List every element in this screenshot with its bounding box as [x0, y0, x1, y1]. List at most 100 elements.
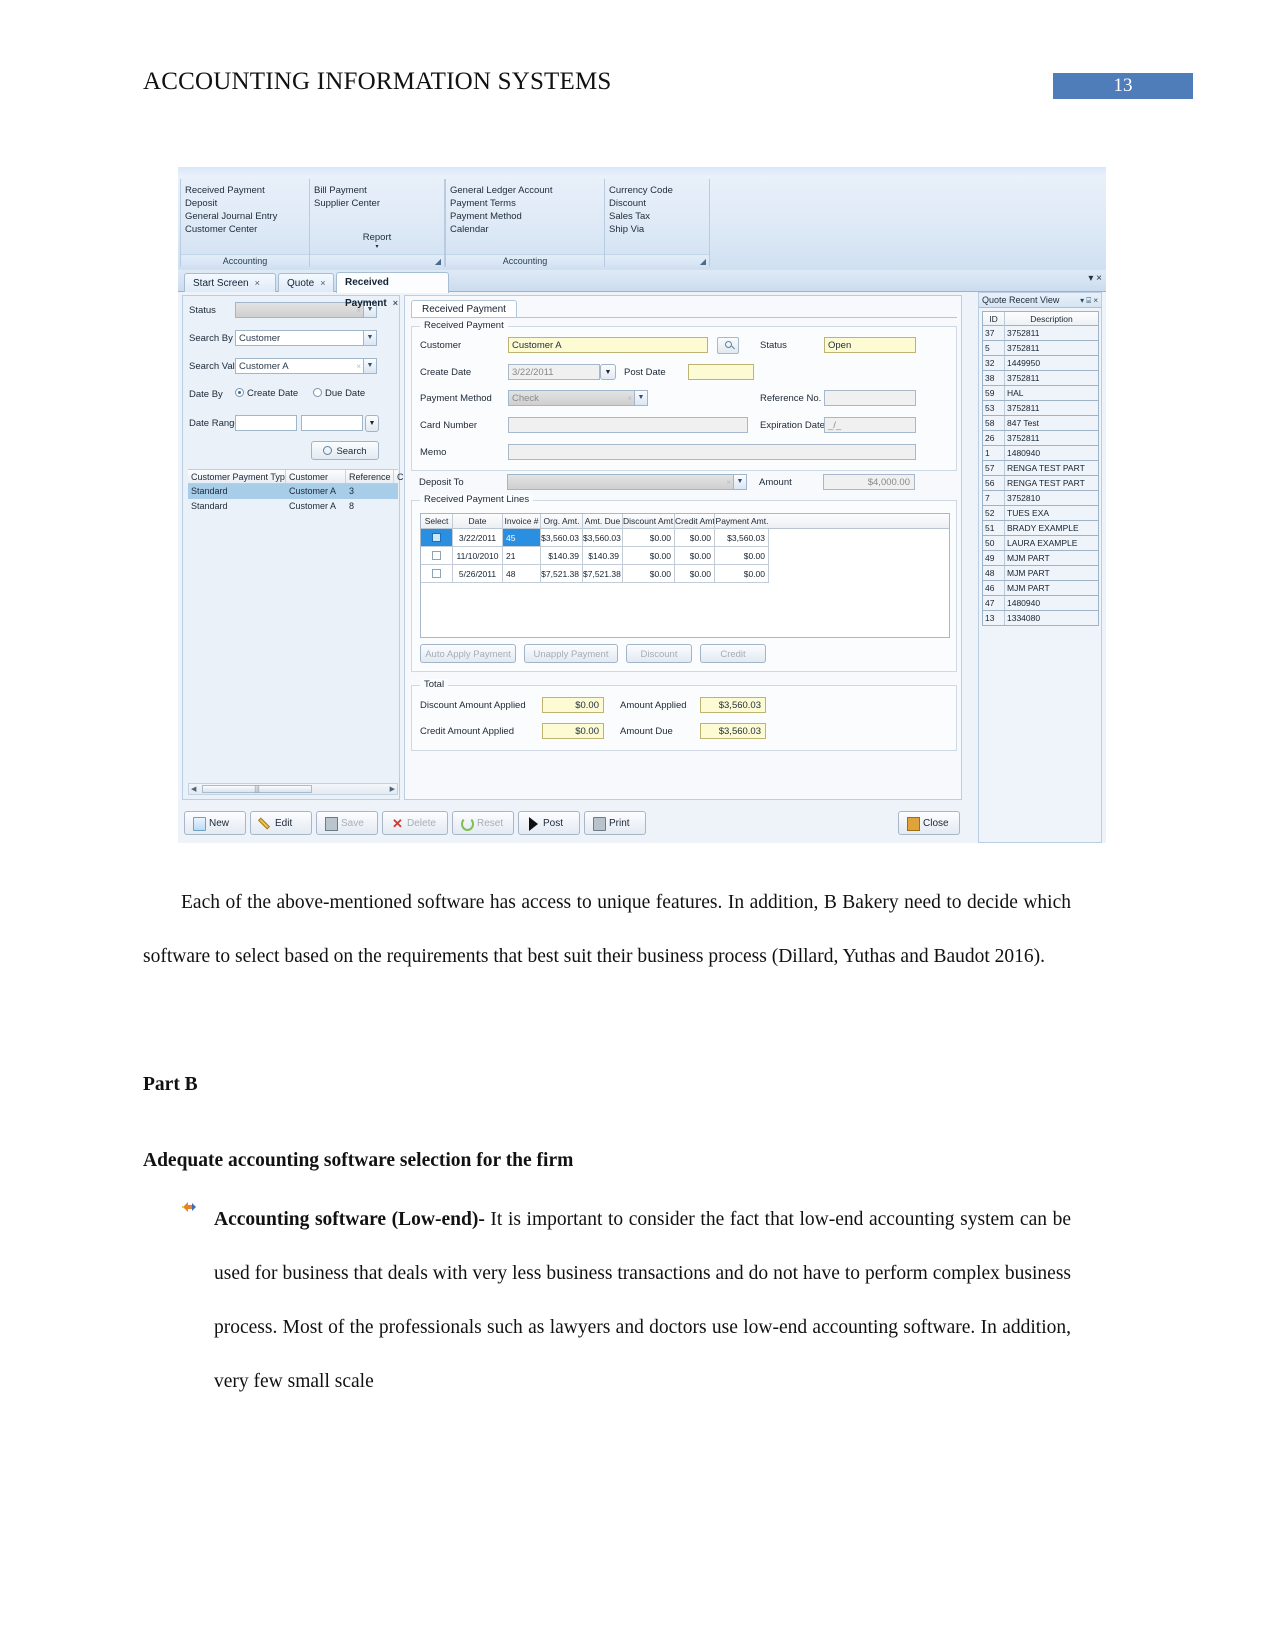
status-field[interactable]: Open	[824, 337, 916, 353]
list-item[interactable]: 56 RENGA TEST PART	[982, 476, 1099, 491]
create-date-field[interactable]: 3/22/2011	[508, 364, 600, 380]
ribbon-item-sales-tax[interactable]: Sales Tax	[605, 210, 709, 223]
discount-button[interactable]: Discount	[626, 644, 692, 663]
cell-select[interactable]	[421, 565, 453, 583]
chevron-down-icon[interactable]: ▼	[733, 475, 746, 489]
close-icon[interactable]: ×	[320, 278, 325, 288]
column-invoice-number[interactable]: Invoice #	[503, 514, 541, 529]
horizontal-scrollbar[interactable]: ◀ ||| ▶	[188, 783, 398, 795]
card-number-field[interactable]	[508, 417, 748, 433]
chevron-down-icon[interactable]: ▼	[634, 391, 647, 405]
list-item[interactable]: 1 1480940	[982, 446, 1099, 461]
chevron-down-icon[interactable]: ▼	[363, 331, 376, 345]
tab-quote[interactable]: Quote ×	[278, 273, 334, 292]
ribbon-item-report[interactable]: Report ▾	[310, 210, 444, 250]
checkbox-icon[interactable]	[432, 551, 441, 560]
clear-icon[interactable]: ×	[627, 391, 632, 406]
column-amt-due[interactable]: Amt. Due	[583, 514, 623, 529]
column-select[interactable]: Select	[421, 514, 453, 529]
panel-controls-icons[interactable]: ▾ ⌸ ×	[1080, 293, 1098, 308]
column-date[interactable]: Date	[453, 514, 503, 529]
scrollbar-thumb[interactable]: |||	[202, 785, 312, 793]
list-item[interactable]: 58 847 Test	[982, 416, 1099, 431]
date-range-from-input[interactable]	[235, 415, 297, 431]
ribbon-item-calendar[interactable]: Calendar	[446, 223, 604, 236]
create-date-picker-button[interactable]: ▼	[600, 364, 616, 380]
column-customer[interactable]: Customer	[286, 470, 346, 483]
tab-start-screen[interactable]: Start Screen ×	[184, 273, 276, 292]
list-item[interactable]: 53 3752811	[982, 401, 1099, 416]
column-customer-payment-type[interactable]: Customer Payment Type	[188, 470, 286, 483]
search-button[interactable]: Search	[311, 441, 379, 460]
list-item[interactable]: 32 1449950	[982, 356, 1099, 371]
ribbon-item-general-journal-entry[interactable]: General Journal Entry	[181, 210, 309, 223]
column-id[interactable]: ID	[983, 312, 1005, 326]
cell-select[interactable]	[421, 529, 453, 547]
column-reference-no[interactable]: Reference No.	[346, 470, 394, 483]
list-item[interactable]: 26 3752811	[982, 431, 1099, 446]
table-row[interactable]: 5/26/2011 48 $7,521.38 $7,521.38 $0.00 $…	[421, 565, 949, 583]
edit-button[interactable]: Edit	[250, 811, 312, 835]
ribbon-item-ship-via[interactable]: Ship Via	[605, 223, 709, 236]
search-by-dropdown[interactable]: Customer ▼	[235, 330, 377, 346]
dialog-launcher-icon-2[interactable]: ◢	[700, 255, 706, 268]
print-button[interactable]: Print	[584, 811, 646, 835]
close-button[interactable]: Close	[898, 811, 960, 835]
table-row[interactable]: Standard Customer A 8	[188, 499, 398, 514]
scroll-right-icon[interactable]: ▶	[390, 785, 395, 793]
unapply-payment-button[interactable]: Unapply Payment	[524, 644, 618, 663]
ribbon-item-bill-payment[interactable]: Bill Payment	[310, 184, 444, 197]
deposit-to-dropdown[interactable]: × ▼	[507, 474, 747, 490]
list-item[interactable]: 59 HAL	[982, 386, 1099, 401]
column-payment-amt[interactable]: Payment Amt.	[715, 514, 769, 529]
ribbon-item-discount[interactable]: Discount	[605, 197, 709, 210]
close-icon[interactable]: ×	[393, 298, 398, 308]
list-item[interactable]: 13 1334080	[982, 611, 1099, 626]
clear-icon[interactable]: ×	[356, 359, 361, 374]
expiration-date-field[interactable]: _/_	[824, 417, 916, 433]
list-item[interactable]: 38 3752811	[982, 371, 1099, 386]
ribbon-item-supplier-center[interactable]: Supplier Center	[310, 197, 444, 210]
ribbon-item-customer-center[interactable]: Customer Center	[181, 223, 309, 236]
list-item[interactable]: 37 3752811	[982, 326, 1099, 341]
ribbon-item-payment-terms[interactable]: Payment Terms	[446, 197, 604, 210]
ribbon-item-payment-method[interactable]: Payment Method	[446, 210, 604, 223]
checkbox-icon[interactable]	[432, 569, 441, 578]
scroll-left-icon[interactable]: ◀	[191, 785, 196, 793]
customer-lookup-button[interactable]	[717, 337, 739, 354]
column-description[interactable]: Description	[1005, 312, 1098, 326]
new-button[interactable]: New	[184, 811, 246, 835]
save-button[interactable]: Save	[316, 811, 378, 835]
auto-apply-payment-button[interactable]: Auto Apply Payment	[420, 644, 516, 663]
date-range-picker-button[interactable]: ▼	[365, 415, 379, 432]
list-item[interactable]: 49 MJM PART	[982, 551, 1099, 566]
checkbox-checked-icon[interactable]	[432, 533, 441, 542]
memo-field[interactable]	[508, 444, 916, 460]
cell-select[interactable]	[421, 547, 453, 565]
customer-field[interactable]: Customer A	[508, 337, 708, 353]
ribbon-item-general-ledger-account[interactable]: General Ledger Account	[446, 184, 604, 197]
clear-icon[interactable]: ×	[726, 475, 731, 490]
ribbon-item-currency-code[interactable]: Currency Code	[605, 184, 709, 197]
tabstrip-controls[interactable]: ▾ ×	[1088, 273, 1102, 284]
column-credit-amt[interactable]: Credit Amt.	[675, 514, 715, 529]
ribbon-item-deposit[interactable]: Deposit	[181, 197, 309, 210]
table-row[interactable]: 11/10/2010 21 $140.39 $140.39 $0.00 $0.0…	[421, 547, 949, 565]
chevron-down-icon[interactable]: ▼	[363, 359, 376, 373]
list-item[interactable]: 57 RENGA TEST PART	[982, 461, 1099, 476]
ribbon-item-received-payment[interactable]: Received Payment	[181, 184, 309, 197]
credit-button[interactable]: Credit	[700, 644, 766, 663]
post-date-field[interactable]	[688, 364, 754, 380]
list-item[interactable]: 52 TUES EXA	[982, 506, 1099, 521]
column-discount-amt[interactable]: Discount Amt.	[623, 514, 675, 529]
table-row[interactable]: Standard Customer A 3	[188, 484, 398, 499]
reference-no-field[interactable]	[824, 390, 916, 406]
column-org-amt[interactable]: Org. Amt.	[541, 514, 583, 529]
list-item[interactable]: 48 MJM PART	[982, 566, 1099, 581]
search-value-dropdown[interactable]: Customer A × ▼	[235, 358, 377, 374]
list-item[interactable]: 51 BRADY EXAMPLE	[982, 521, 1099, 536]
list-item[interactable]: 46 MJM PART	[982, 581, 1099, 596]
table-row[interactable]: 3/22/2011 45 $3,560.03 $3,560.03 $0.00 $…	[421, 529, 949, 547]
close-icon[interactable]: ×	[255, 278, 260, 288]
date-range-to-input[interactable]	[301, 415, 363, 431]
